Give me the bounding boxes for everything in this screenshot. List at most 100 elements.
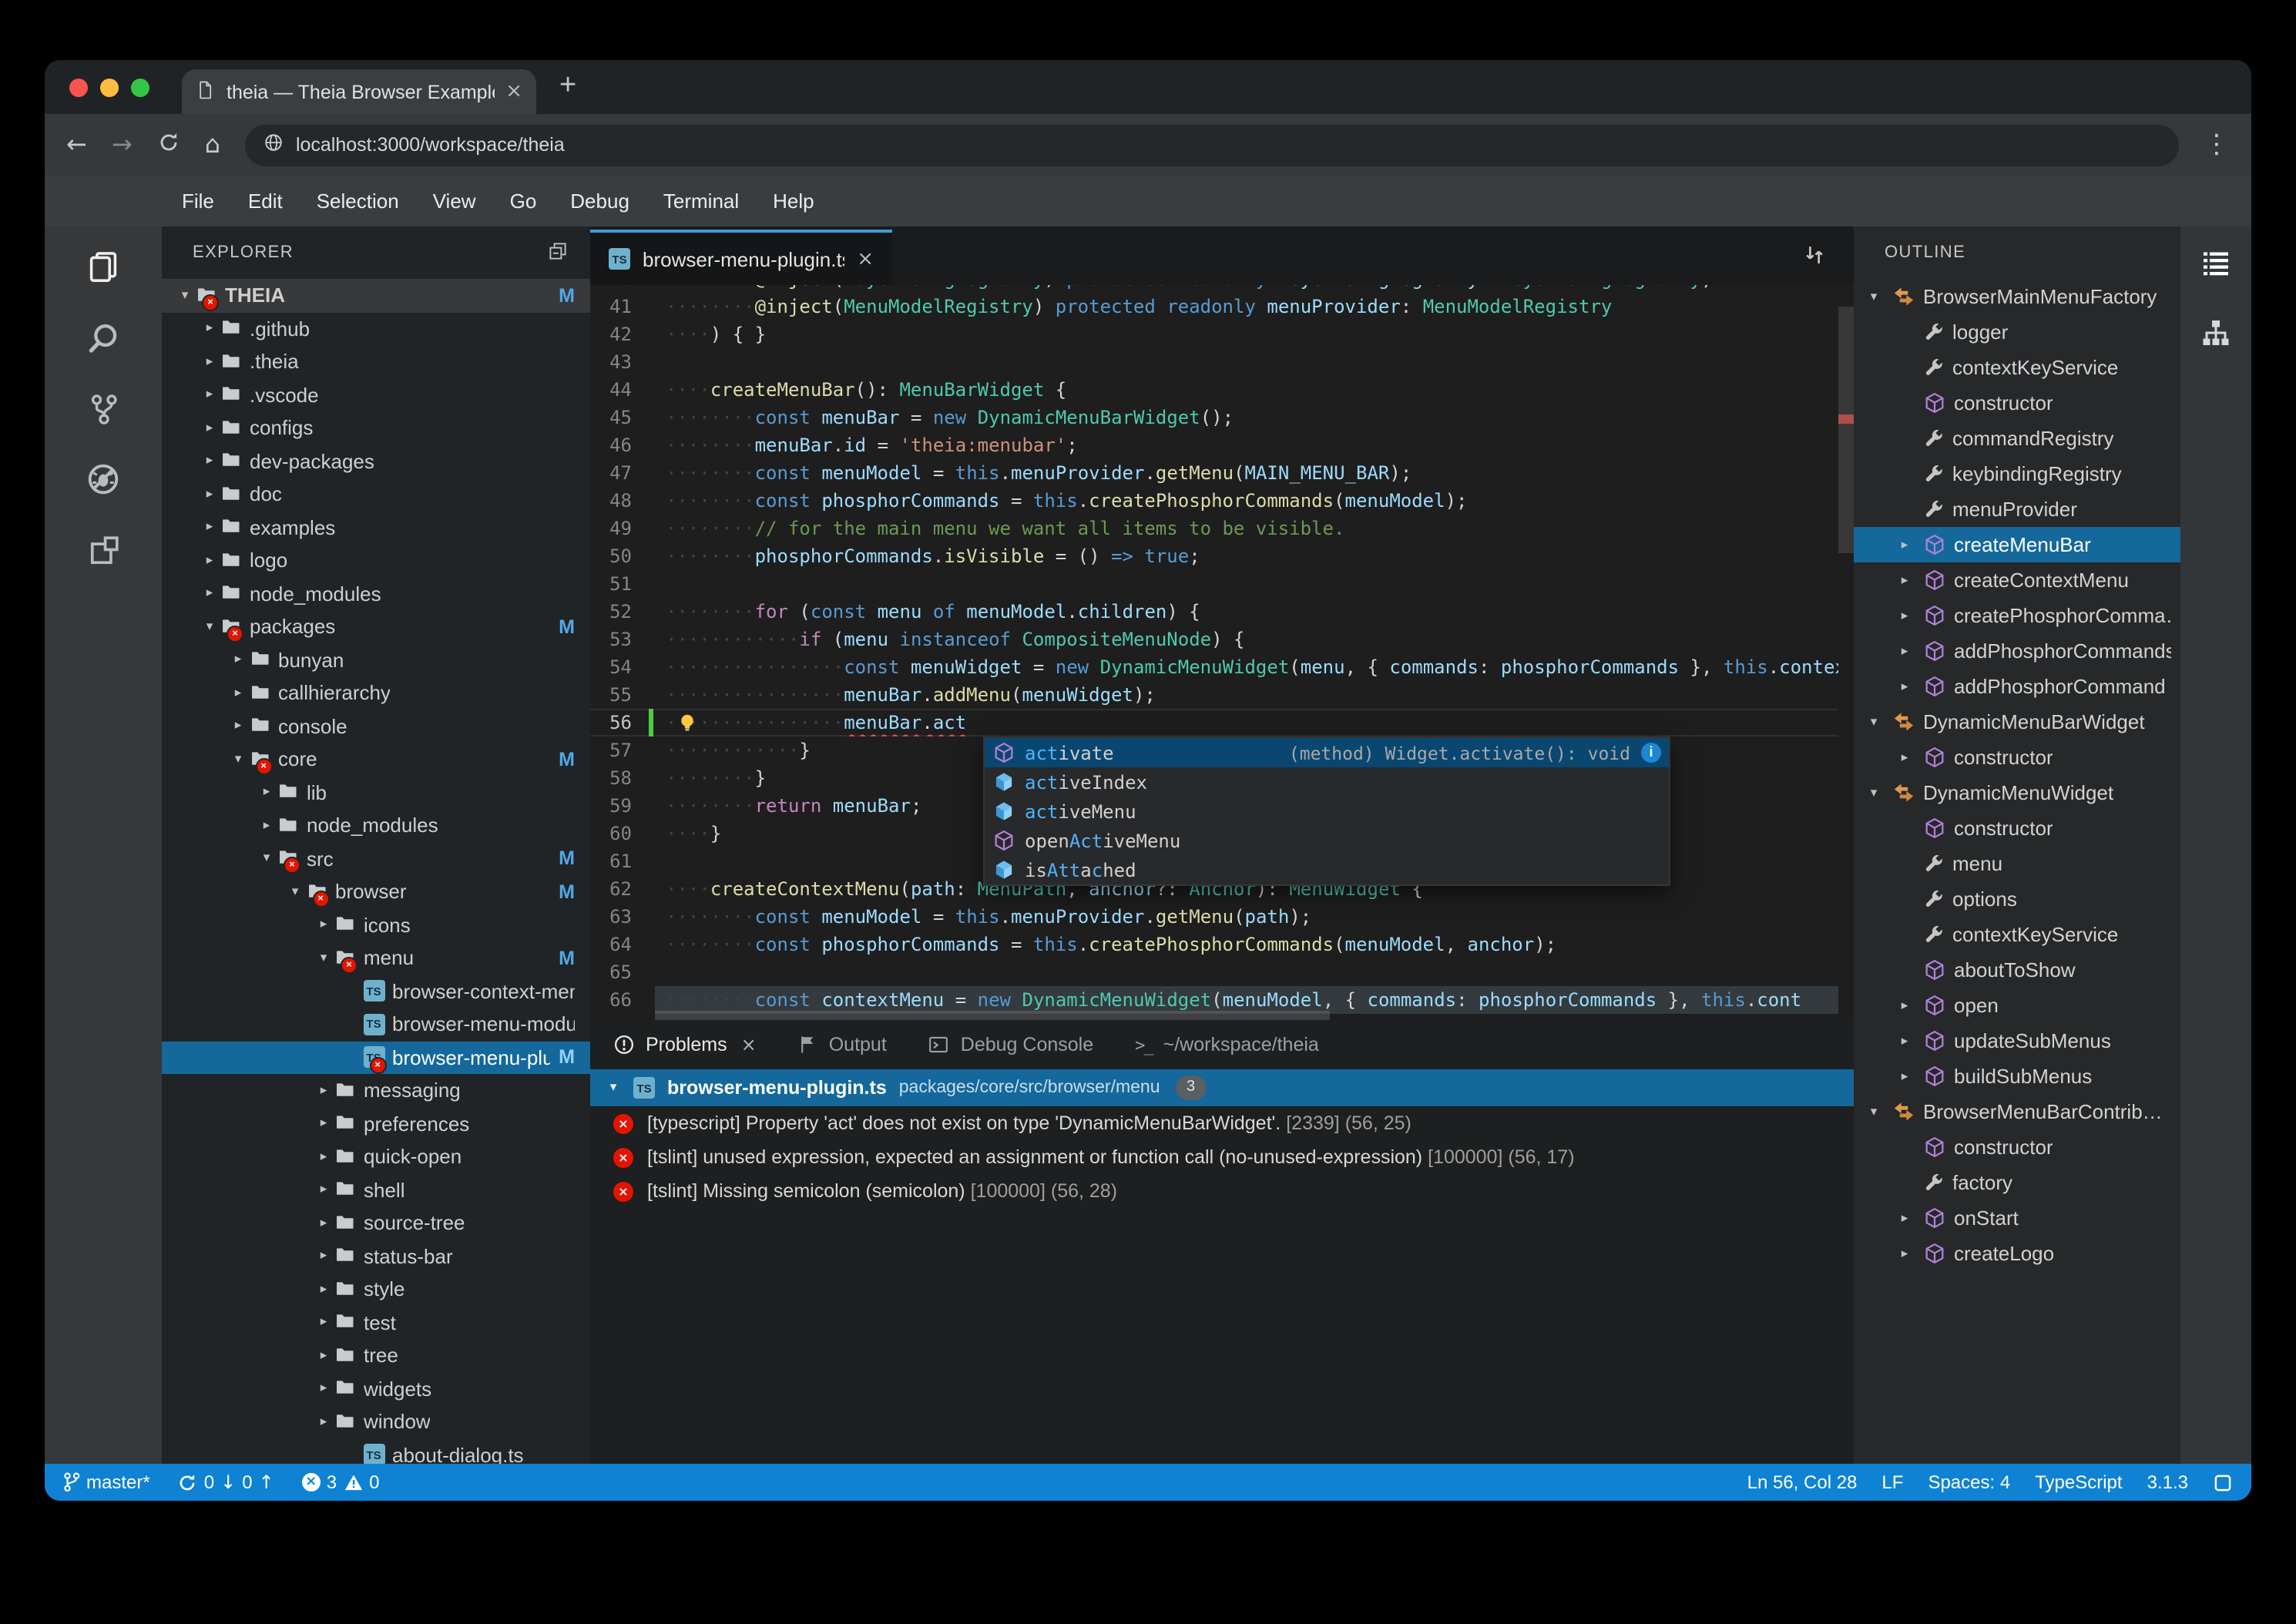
- tree-item-node-modules[interactable]: ▸ node_modules: [162, 577, 590, 610]
- chevron-right-icon[interactable]: ▸: [1894, 750, 1915, 765]
- chevron-right-icon[interactable]: ▸: [1894, 1246, 1915, 1261]
- browser-tab[interactable]: theia — Theia Browser Example ×: [182, 69, 536, 114]
- code-line-56[interactable]: 56 ················menuBar.act: [590, 709, 1838, 737]
- code-line-63[interactable]: 63 ········const menuModel = this.menuPro…: [590, 903, 1838, 931]
- status-item[interactable]: × 3 0: [301, 1471, 379, 1493]
- tree-item-source-tree[interactable]: ▸ source-tree: [162, 1206, 590, 1240]
- tree-item-examples[interactable]: ▸ examples: [162, 511, 590, 544]
- back-icon[interactable]: ←: [66, 132, 87, 157]
- chevron-right-icon[interactable]: ▸: [313, 1315, 334, 1330]
- tree-item-messaging[interactable]: ▸ messaging: [162, 1074, 590, 1107]
- tree-item-quick-open[interactable]: ▸ quick-open: [162, 1140, 590, 1173]
- code-line-64[interactable]: 64 ········const phosphorCommands = this.…: [590, 931, 1838, 958]
- collapse-all-icon[interactable]: [547, 240, 569, 266]
- reload-icon[interactable]: [157, 131, 180, 159]
- chevron-right-icon[interactable]: ▸: [313, 1249, 334, 1264]
- chevron-down-icon[interactable]: ▾: [256, 851, 277, 867]
- menu-view[interactable]: View: [416, 190, 493, 213]
- chevron-right-icon[interactable]: ▸: [1894, 608, 1915, 623]
- scrollbar-thumb[interactable]: [655, 1011, 1330, 1020]
- tree-item-doc[interactable]: ▸ doc: [162, 478, 590, 511]
- chevron-down-icon[interactable]: ▾: [227, 752, 249, 767]
- tree-item-vscode[interactable]: ▸ .vscode: [162, 378, 590, 411]
- code-line-45[interactable]: 45 ········const menuBar = new DynamicMen…: [590, 404, 1838, 431]
- chevron-right-icon[interactable]: ▸: [313, 1348, 334, 1364]
- tree-item-test[interactable]: ▸ test: [162, 1306, 590, 1339]
- chevron-right-icon[interactable]: ▸: [199, 354, 220, 370]
- chevron-down-icon[interactable]: ▾: [1863, 785, 1885, 800]
- outline-item-updatesubmenus[interactable]: ▸ updateSubMenus: [1854, 1023, 2180, 1059]
- outline-item-commandregistry[interactable]: commandRegistry: [1854, 421, 2180, 456]
- chevron-right-icon[interactable]: ▸: [1894, 572, 1915, 588]
- chevron-right-icon[interactable]: ▸: [1894, 1033, 1915, 1049]
- status-item[interactable]: LF: [1881, 1471, 1903, 1493]
- suggest-item-isattached[interactable]: isAttached: [985, 855, 1669, 884]
- tree-item-browser-menu-module-ts[interactable]: TSbrowser-menu-module.ts: [162, 1008, 590, 1041]
- outline-item-menu[interactable]: menu: [1854, 846, 2180, 881]
- chevron-right-icon[interactable]: ▸: [1894, 679, 1915, 694]
- tree-item-lib[interactable]: ▸ lib: [162, 776, 590, 809]
- panel-tab-problems[interactable]: Problems ×: [613, 1034, 757, 1055]
- debug-icon[interactable]: [45, 444, 162, 515]
- code-line-42[interactable]: 42 ····) { }: [590, 320, 1838, 348]
- editor-vertical-scrollbar[interactable]: [1838, 285, 1854, 1020]
- suggest-item-activemenu[interactable]: activeMenu: [985, 797, 1669, 826]
- code-line-50[interactable]: 50 ········phosphorCommands.isVisible = (…: [590, 542, 1838, 570]
- status-item[interactable]: Spaces: 4: [1928, 1471, 2010, 1493]
- class-hierarchy-icon[interactable]: [2200, 317, 2231, 356]
- search-icon[interactable]: [45, 302, 162, 373]
- outline-item-options[interactable]: options: [1854, 881, 2180, 917]
- chevron-down-icon[interactable]: ▾: [1863, 714, 1885, 730]
- suggest-item-openactivemenu[interactable]: openActiveMenu: [985, 826, 1669, 855]
- extensions-icon[interactable]: [45, 515, 162, 586]
- chevron-right-icon[interactable]: ▸: [313, 1183, 334, 1198]
- code-line-47[interactable]: 47 ········const menuModel = this.menuPro…: [590, 459, 1838, 487]
- status-item[interactable]: 0 ↓ 0 ↑: [178, 1471, 274, 1493]
- status-item[interactable]: [2213, 1472, 2233, 1492]
- code-line-49[interactable]: 49 ········// for the main menu we want a…: [590, 515, 1838, 542]
- close-editor-tab-button[interactable]: ×: [857, 247, 874, 270]
- chevron-right-icon[interactable]: ▸: [313, 1149, 334, 1165]
- chevron-right-icon[interactable]: ▸: [1894, 537, 1915, 552]
- chevron-right-icon[interactable]: ▸: [199, 421, 220, 436]
- outline-item-createmenubar[interactable]: ▸ createMenuBar: [1854, 527, 2180, 562]
- chevron-down-icon[interactable]: ▾: [606, 1080, 621, 1096]
- menu-terminal[interactable]: Terminal: [646, 190, 756, 213]
- chevron-right-icon[interactable]: ▸: [227, 686, 249, 701]
- chevron-right-icon[interactable]: ▸: [199, 520, 220, 535]
- chevron-right-icon[interactable]: ▸: [199, 388, 220, 403]
- tree-item-browser-menu-plugin-ts[interactable]: TS×browser-menu-plugin.ts M: [162, 1041, 590, 1075]
- tree-item-github[interactable]: ▸ .github: [162, 312, 590, 345]
- code-line-51[interactable]: 51: [590, 570, 1838, 598]
- tree-item-packages[interactable]: ▾ × packages M: [162, 610, 590, 643]
- browser-menu-icon[interactable]: ⋮: [2204, 131, 2230, 158]
- editor-tab[interactable]: TS browser-menu-plugin.ts ×: [590, 230, 892, 285]
- tree-item-style[interactable]: ▸ style: [162, 1273, 590, 1306]
- code-line-48[interactable]: 48 ········const phosphorCommands = this.…: [590, 487, 1838, 515]
- code-line-55[interactable]: 55 ················menuBar.addMenu(menuWi…: [590, 681, 1838, 709]
- chevron-right-icon[interactable]: ▸: [313, 1414, 334, 1430]
- chevron-right-icon[interactable]: ▸: [1894, 1069, 1915, 1084]
- tree-item-tree[interactable]: ▸ tree: [162, 1339, 590, 1372]
- code-line-40[interactable]: 40········@inject(KeybindingRegistry) pr…: [590, 285, 1838, 293]
- forward-icon[interactable]: →: [112, 132, 133, 157]
- code-line-41[interactable]: 41 ········@inject(MenuModelRegistry) pro…: [590, 293, 1838, 320]
- chevron-right-icon[interactable]: ▸: [256, 785, 277, 800]
- tree-item-browser[interactable]: ▾ × browser M: [162, 875, 590, 908]
- outline-item-browsermenubarcontrib[interactable]: ▾ BrowserMenuBarContrib…: [1854, 1094, 2180, 1129]
- status-item[interactable]: master*: [63, 1471, 150, 1493]
- code-line-65[interactable]: 65: [590, 958, 1838, 986]
- chevron-down-icon[interactable]: ▾: [1863, 289, 1885, 304]
- outline-item-abouttoshow[interactable]: aboutToShow: [1854, 952, 2180, 988]
- outline-item-constructor[interactable]: constructor: [1854, 1129, 2180, 1165]
- panel-tab-workspace-theia[interactable]: >_ ~/workspace/theia: [1135, 1034, 1319, 1055]
- tree-item-browser-context-menu-r[interactable]: TSbrowser-context-menu-r…: [162, 975, 590, 1008]
- outline-item-keybindingregistry[interactable]: keybindingRegistry: [1854, 456, 2180, 492]
- code-line-54[interactable]: 54 ················const menuWidget = new…: [590, 653, 1838, 681]
- outline-item-menuprovider[interactable]: menuProvider: [1854, 492, 2180, 527]
- chevron-right-icon[interactable]: ▸: [1894, 1210, 1915, 1226]
- chevron-right-icon[interactable]: ▸: [313, 918, 334, 933]
- status-item[interactable]: Ln 56, Col 28: [1747, 1471, 1858, 1493]
- code-line-66[interactable]: 66 ········const contextMenu = new Dynami…: [590, 986, 1838, 1014]
- tree-item-console[interactable]: ▸ console: [162, 710, 590, 743]
